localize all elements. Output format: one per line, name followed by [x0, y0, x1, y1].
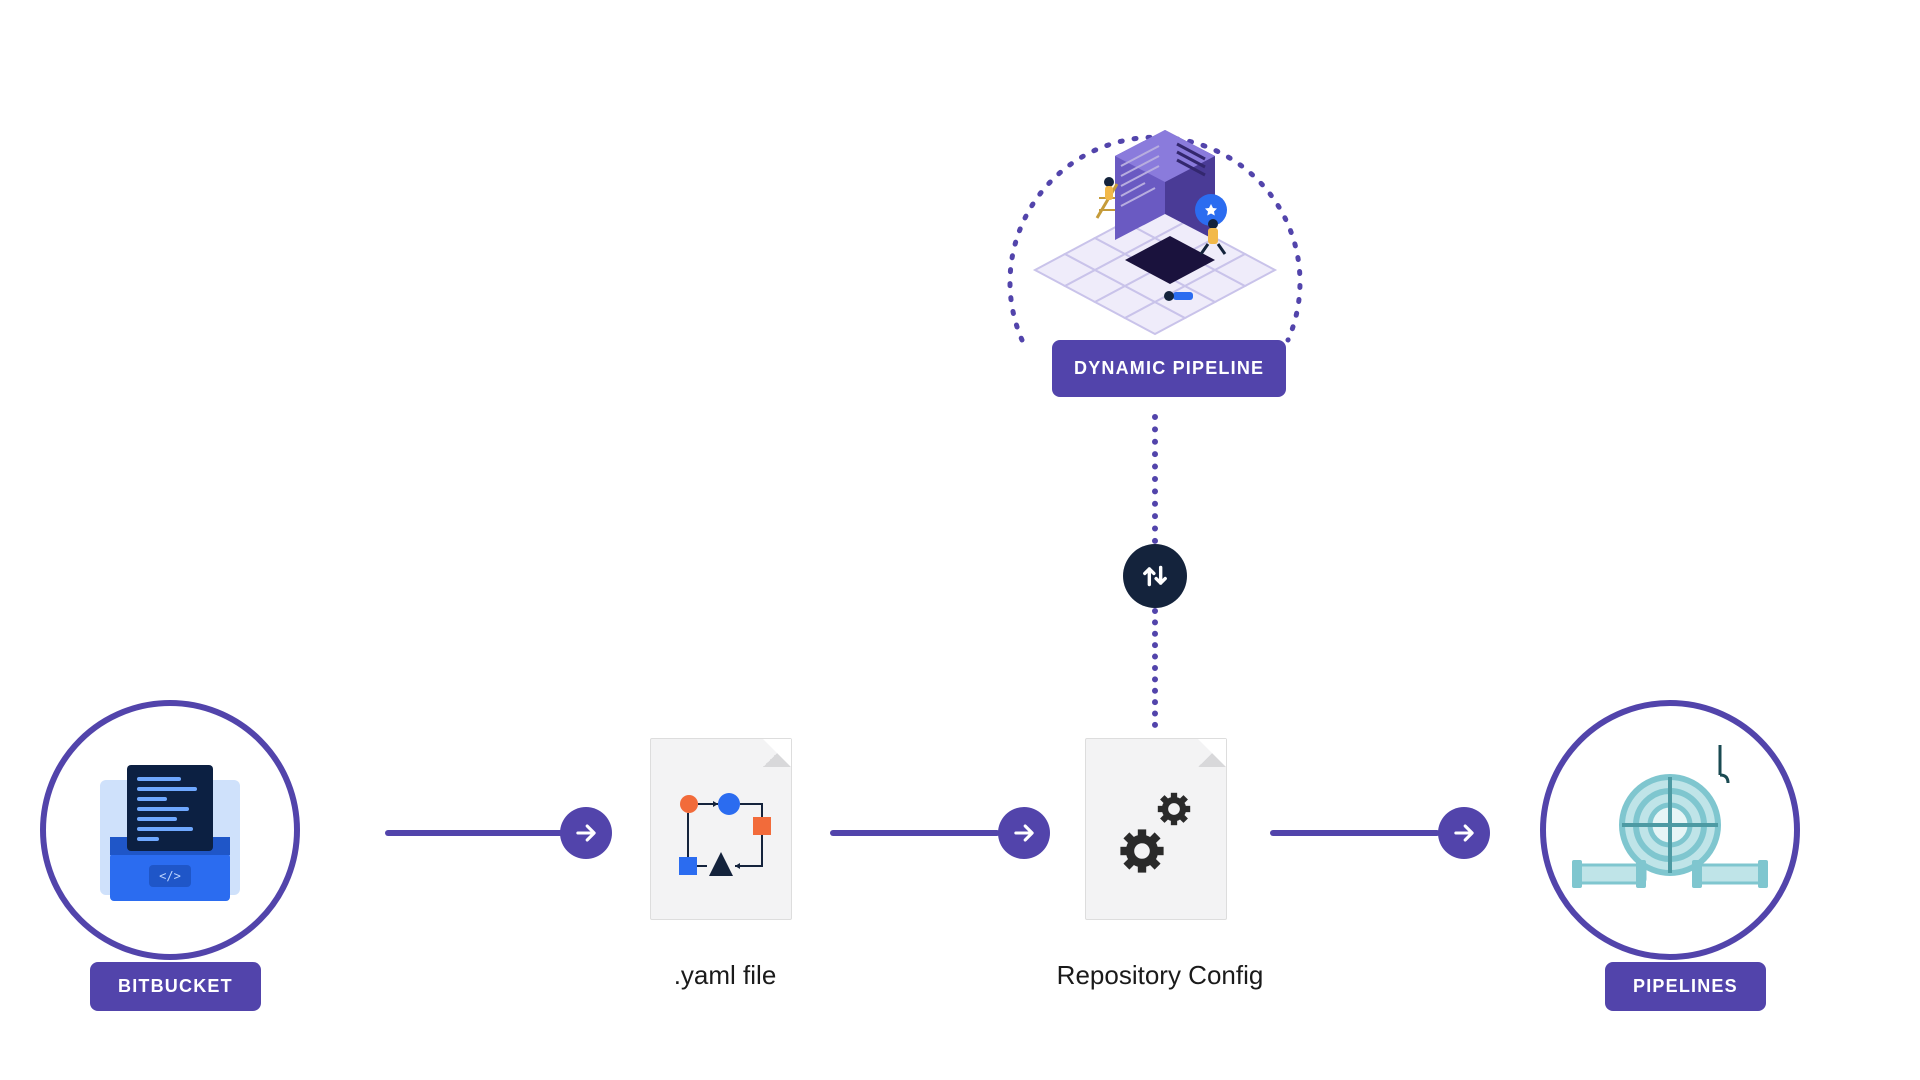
- dotted-connector-bottom: [1152, 608, 1158, 728]
- dotted-connector-top: [1152, 414, 1158, 544]
- bidirectional-icon: [1123, 544, 1187, 608]
- dynamic-pipeline-label: DYNAMIC PIPELINE: [1074, 358, 1264, 378]
- pipelines-label-text: PIPELINES: [1633, 976, 1738, 996]
- arrow-repo-to-pipelines: [1270, 830, 1440, 836]
- arrow-yaml-to-repo: [830, 830, 1000, 836]
- yaml-label-text: .yaml file: [674, 960, 777, 990]
- bitbucket-label-text: BITBUCKET: [118, 976, 233, 996]
- bitbucket-icon: </>: [85, 745, 255, 915]
- yaml-file-icon: [650, 738, 792, 920]
- arrow-bitbucket-to-yaml: [385, 830, 565, 836]
- dynamic-pipeline-illustration: [1015, 100, 1295, 340]
- repo-config-icon: [1085, 738, 1227, 920]
- dynamic-pipeline-badge: DYNAMIC PIPELINE: [1052, 340, 1286, 397]
- yaml-label: .yaml file: [660, 960, 790, 991]
- bitbucket-label-badge: BITBUCKET: [90, 962, 261, 1011]
- pipelines-icon: [1570, 740, 1770, 920]
- pipelines-node: [1540, 700, 1800, 960]
- arrow-circle-1: [560, 807, 612, 859]
- repo-config-label-text: Repository Config: [1057, 960, 1264, 990]
- arrow-circle-3: [1438, 807, 1490, 859]
- arrow-circle-2: [998, 807, 1050, 859]
- pipelines-label-badge: PIPELINES: [1605, 962, 1766, 1011]
- bitbucket-node: </>: [40, 700, 300, 960]
- repo-config-label: Repository Config: [1035, 960, 1285, 991]
- svg-text:</>: </>: [159, 869, 181, 883]
